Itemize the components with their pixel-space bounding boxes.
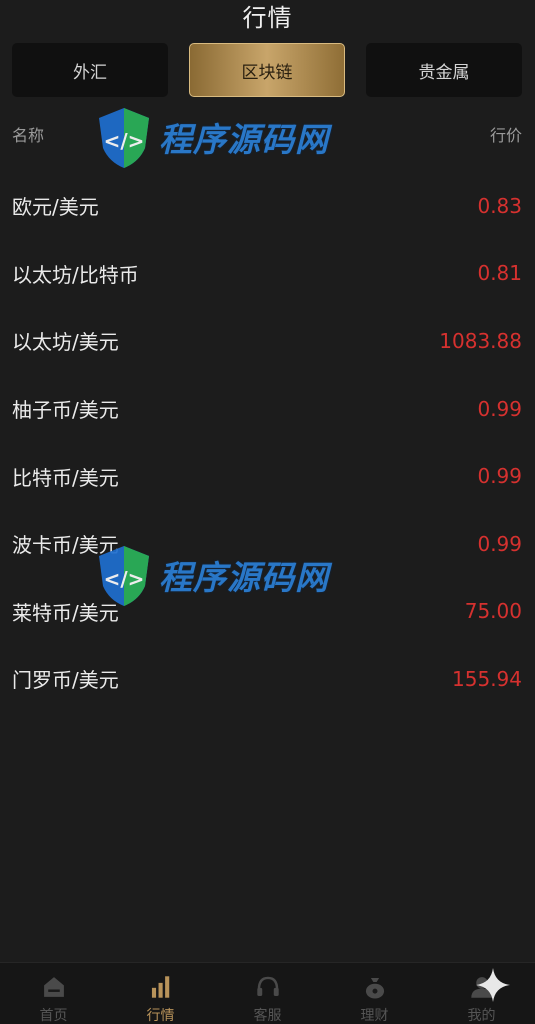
pair-price: 0.81 (477, 261, 522, 286)
pair-price: 0.99 (477, 531, 522, 556)
list-item[interactable]: 柚子币/美元 0.99 (12, 375, 522, 443)
list-header: 名称 行价 (12, 120, 522, 148)
list-item[interactable]: 以太坊/比特币 0.81 (12, 240, 522, 308)
bottom-tab-bar: 首页 行情 客服 理财 我的 (0, 962, 535, 1024)
pair-price: 155.94 (452, 666, 522, 691)
page-title: 行情 (242, 3, 293, 32)
pair-price: 75.00 (464, 599, 522, 624)
tabbar-label: 理财 (360, 1008, 389, 1024)
pair-name: 门罗币/美元 (12, 668, 119, 693)
tabbar-item-service[interactable]: 客服 (214, 963, 321, 1024)
tabbar-item-home[interactable]: 首页 (0, 963, 107, 1024)
pair-price: 0.83 (477, 193, 522, 218)
pair-name: 柚子币/美元 (12, 398, 119, 423)
pair-price: 0.99 (477, 396, 522, 421)
pair-price: 1083.88 (439, 328, 522, 353)
list-item[interactable]: 波卡币/美元 0.99 (12, 510, 522, 578)
pair-name: 欧元/美元 (12, 195, 99, 220)
tabbar-label: 客服 (253, 1008, 282, 1024)
pair-name: 以太坊/比特币 (12, 262, 139, 287)
list-item[interactable]: 莱特币/美元 75.00 (12, 578, 522, 646)
headset-icon (256, 976, 279, 997)
tab-precious-metals[interactable]: 贵金属 (366, 43, 522, 97)
tabbar-label: 行情 (146, 1008, 175, 1024)
list-item[interactable]: 门罗币/美元 155.94 (12, 645, 522, 713)
column-price-header: 行价 (489, 126, 522, 145)
column-name-header: 名称 (12, 126, 45, 145)
list-item[interactable]: 欧元/美元 0.83 (12, 172, 522, 240)
pair-name: 比特币/美元 (12, 465, 119, 490)
pair-name: 波卡币/美元 (12, 533, 119, 558)
money-bag-icon (365, 977, 384, 999)
list-item[interactable]: 以太坊/美元 1083.88 (12, 307, 522, 375)
pair-price: 0.99 (477, 464, 522, 489)
sparkle-icon (476, 968, 510, 1002)
category-tabs: 外汇 区块链 贵金属 (12, 43, 522, 97)
home-icon (43, 977, 64, 997)
list-item[interactable]: 比特币/美元 0.99 (12, 442, 522, 510)
pair-name: 以太坊/美元 (12, 330, 119, 355)
tabbar-label: 首页 (39, 1008, 68, 1024)
tab-precious-metals-label: 贵金属 (418, 62, 470, 83)
tabbar-item-market[interactable]: 行情 (107, 963, 214, 1024)
tabbar-item-finance[interactable]: 理财 (321, 963, 428, 1024)
chart-bars-icon (151, 976, 169, 998)
page-header: 行情 (0, 0, 535, 34)
tab-forex-label: 外汇 (73, 62, 107, 83)
tabbar-label: 我的 (467, 1008, 496, 1024)
market-list: 欧元/美元 0.83 以太坊/比特币 0.81 以太坊/美元 1083.88 柚子币/… (12, 172, 522, 713)
pair-name: 莱特币/美元 (12, 600, 119, 625)
tab-forex[interactable]: 外汇 (12, 43, 168, 97)
tab-blockchain-label: 区块链 (241, 62, 293, 83)
tab-blockchain[interactable]: 区块链 (189, 43, 345, 97)
